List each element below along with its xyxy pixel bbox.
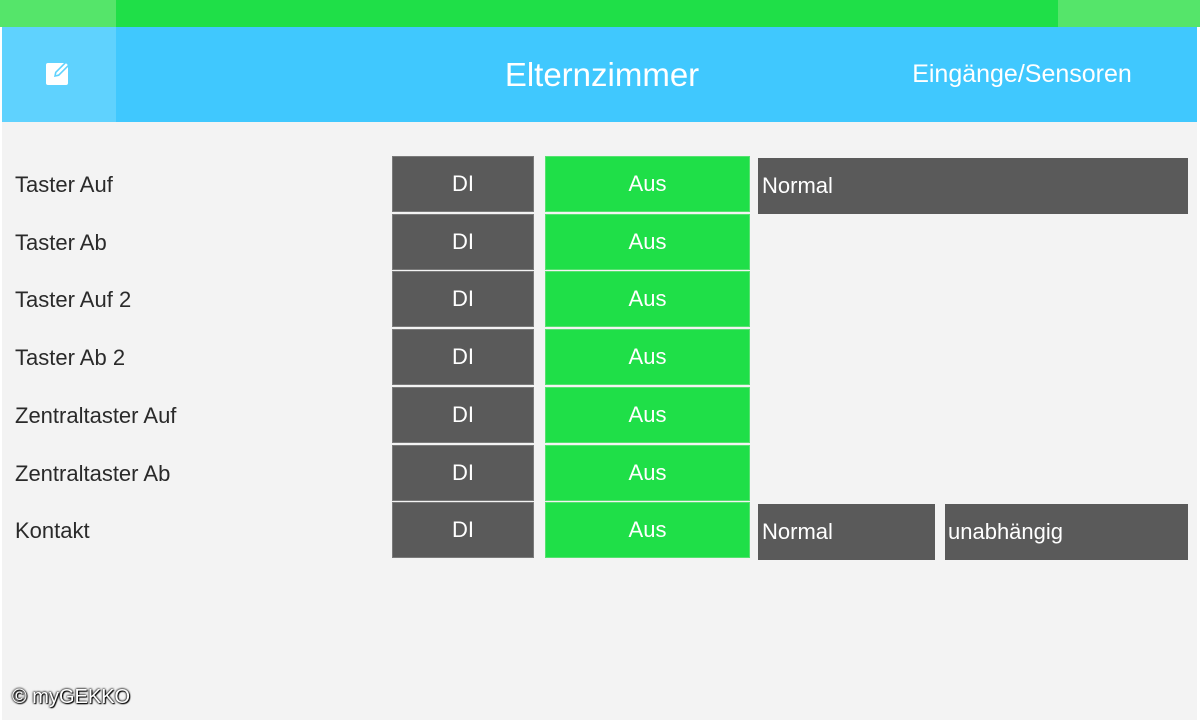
state-button[interactable]: Aus [545,387,750,443]
state-button[interactable]: Aus [545,502,750,558]
state-button[interactable]: Aus [545,271,750,327]
state-button[interactable]: Aus [545,445,750,501]
type-button[interactable]: DI [392,329,534,385]
state-button[interactable]: Aus [545,156,750,212]
edit-button[interactable] [2,27,116,122]
state-button[interactable]: Aus [545,214,750,270]
section-title[interactable]: Eingänge/Sensoren [882,27,1162,122]
row-label: Zentraltaster Ab [15,461,171,486]
list-item: Taster Auf DI Aus Normal [2,156,1197,214]
copyright-watermark: © myGEKKO [12,686,131,708]
top-bar-right-segment [1058,0,1200,27]
list-item: Kontakt DI Aus Normal unabhängig [2,502,1197,560]
list-item: Taster Auf 2 DI Aus [2,271,1197,329]
type-button[interactable]: DI [392,387,534,443]
row-label: Taster Auf 2 [15,287,132,312]
type-button[interactable]: DI [392,502,534,558]
top-bar-left-segment [0,0,116,27]
row-label: Taster Ab 2 [15,345,126,370]
dependency-button[interactable]: unabhängig [945,504,1188,560]
sensor-list: Taster Auf DI Aus Normal Taster Ab DI Au… [2,122,1197,720]
edit-icon [44,57,74,92]
top-status-bar [0,0,1200,27]
row-label: Taster Ab [15,230,107,255]
row-label: Zentraltaster Auf [15,403,177,428]
type-button[interactable]: DI [392,214,534,270]
list-item: Taster Ab 2 DI Aus [2,329,1197,387]
list-item: Zentraltaster Auf DI Aus [2,387,1197,445]
row-label: Taster Auf [15,172,113,197]
header-bar: Elternzimmer Eingänge/Sensoren [2,27,1197,122]
mode-button[interactable]: Normal [758,158,1188,214]
mode-button[interactable]: Normal [758,504,935,560]
type-button[interactable]: DI [392,445,534,501]
row-label: Kontakt [15,518,90,543]
type-button[interactable]: DI [392,271,534,327]
list-item: Taster Ab DI Aus [2,214,1197,272]
page-title: Elternzimmer [504,55,700,93]
list-item: Zentraltaster Ab DI Aus [2,445,1197,503]
state-button[interactable]: Aus [545,329,750,385]
type-button[interactable]: DI [392,156,534,212]
